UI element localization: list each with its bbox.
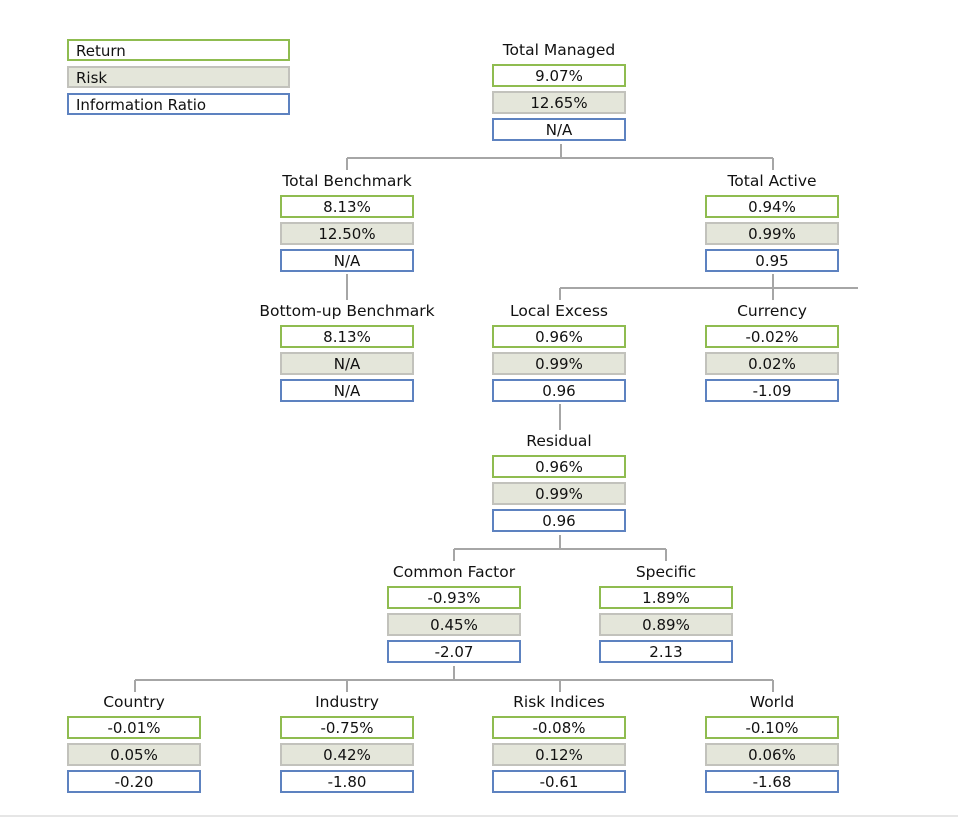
return-value: -0.01%	[67, 716, 201, 739]
risk-value: 0.89%	[599, 613, 733, 636]
information-ratio-value: 0.96	[492, 379, 626, 402]
risk-value: 0.45%	[387, 613, 521, 636]
return-value: 0.96%	[492, 455, 626, 478]
information-ratio-value: N/A	[280, 249, 414, 272]
node-title: Total Managed	[502, 41, 616, 59]
return-value: 8.13%	[280, 325, 414, 348]
return-value: -0.02%	[705, 325, 839, 348]
node-title: Total Benchmark	[282, 172, 412, 190]
return-value: 1.89%	[599, 586, 733, 609]
return-value: 0.96%	[492, 325, 626, 348]
attribution-tree: Return Risk Information Ratio Total Mana…	[0, 0, 958, 818]
node-title: Currency	[737, 302, 807, 320]
risk-value: N/A	[280, 352, 414, 375]
return-value: 0.94%	[705, 195, 839, 218]
information-ratio-value: 2.13	[599, 640, 733, 663]
legend-information-ratio: Information Ratio	[67, 93, 290, 115]
information-ratio-value: -1.09	[705, 379, 839, 402]
return-value: -0.93%	[387, 586, 521, 609]
return-value: 8.13%	[280, 195, 414, 218]
risk-value: 0.99%	[705, 222, 839, 245]
risk-value: 12.50%	[280, 222, 414, 245]
information-ratio-value: 0.96	[492, 509, 626, 532]
information-ratio-value: 0.95	[705, 249, 839, 272]
node-title: Total Active	[727, 172, 817, 190]
node-title: World	[749, 693, 795, 711]
return-value: 9.07%	[492, 64, 626, 87]
return-value: -0.08%	[492, 716, 626, 739]
risk-value: 0.05%	[67, 743, 201, 766]
risk-value: 0.99%	[492, 482, 626, 505]
node-title: Residual	[526, 432, 592, 450]
risk-value: 12.65%	[492, 91, 626, 114]
return-value: -0.10%	[705, 716, 839, 739]
information-ratio-value: -0.20	[67, 770, 201, 793]
information-ratio-value: -1.80	[280, 770, 414, 793]
information-ratio-value: N/A	[280, 379, 414, 402]
information-ratio-value: N/A	[492, 118, 626, 141]
return-value: -0.75%	[280, 716, 414, 739]
risk-value: 0.42%	[280, 743, 414, 766]
risk-value: 0.06%	[705, 743, 839, 766]
information-ratio-value: -0.61	[492, 770, 626, 793]
information-ratio-value: -1.68	[705, 770, 839, 793]
risk-value: 0.99%	[492, 352, 626, 375]
node-title: Specific	[635, 563, 697, 581]
information-ratio-value: -2.07	[387, 640, 521, 663]
legend-risk: Risk	[67, 66, 290, 88]
risk-value: 0.12%	[492, 743, 626, 766]
risk-value: 0.02%	[705, 352, 839, 375]
legend-return: Return	[67, 39, 290, 61]
bottom-divider	[0, 815, 958, 817]
